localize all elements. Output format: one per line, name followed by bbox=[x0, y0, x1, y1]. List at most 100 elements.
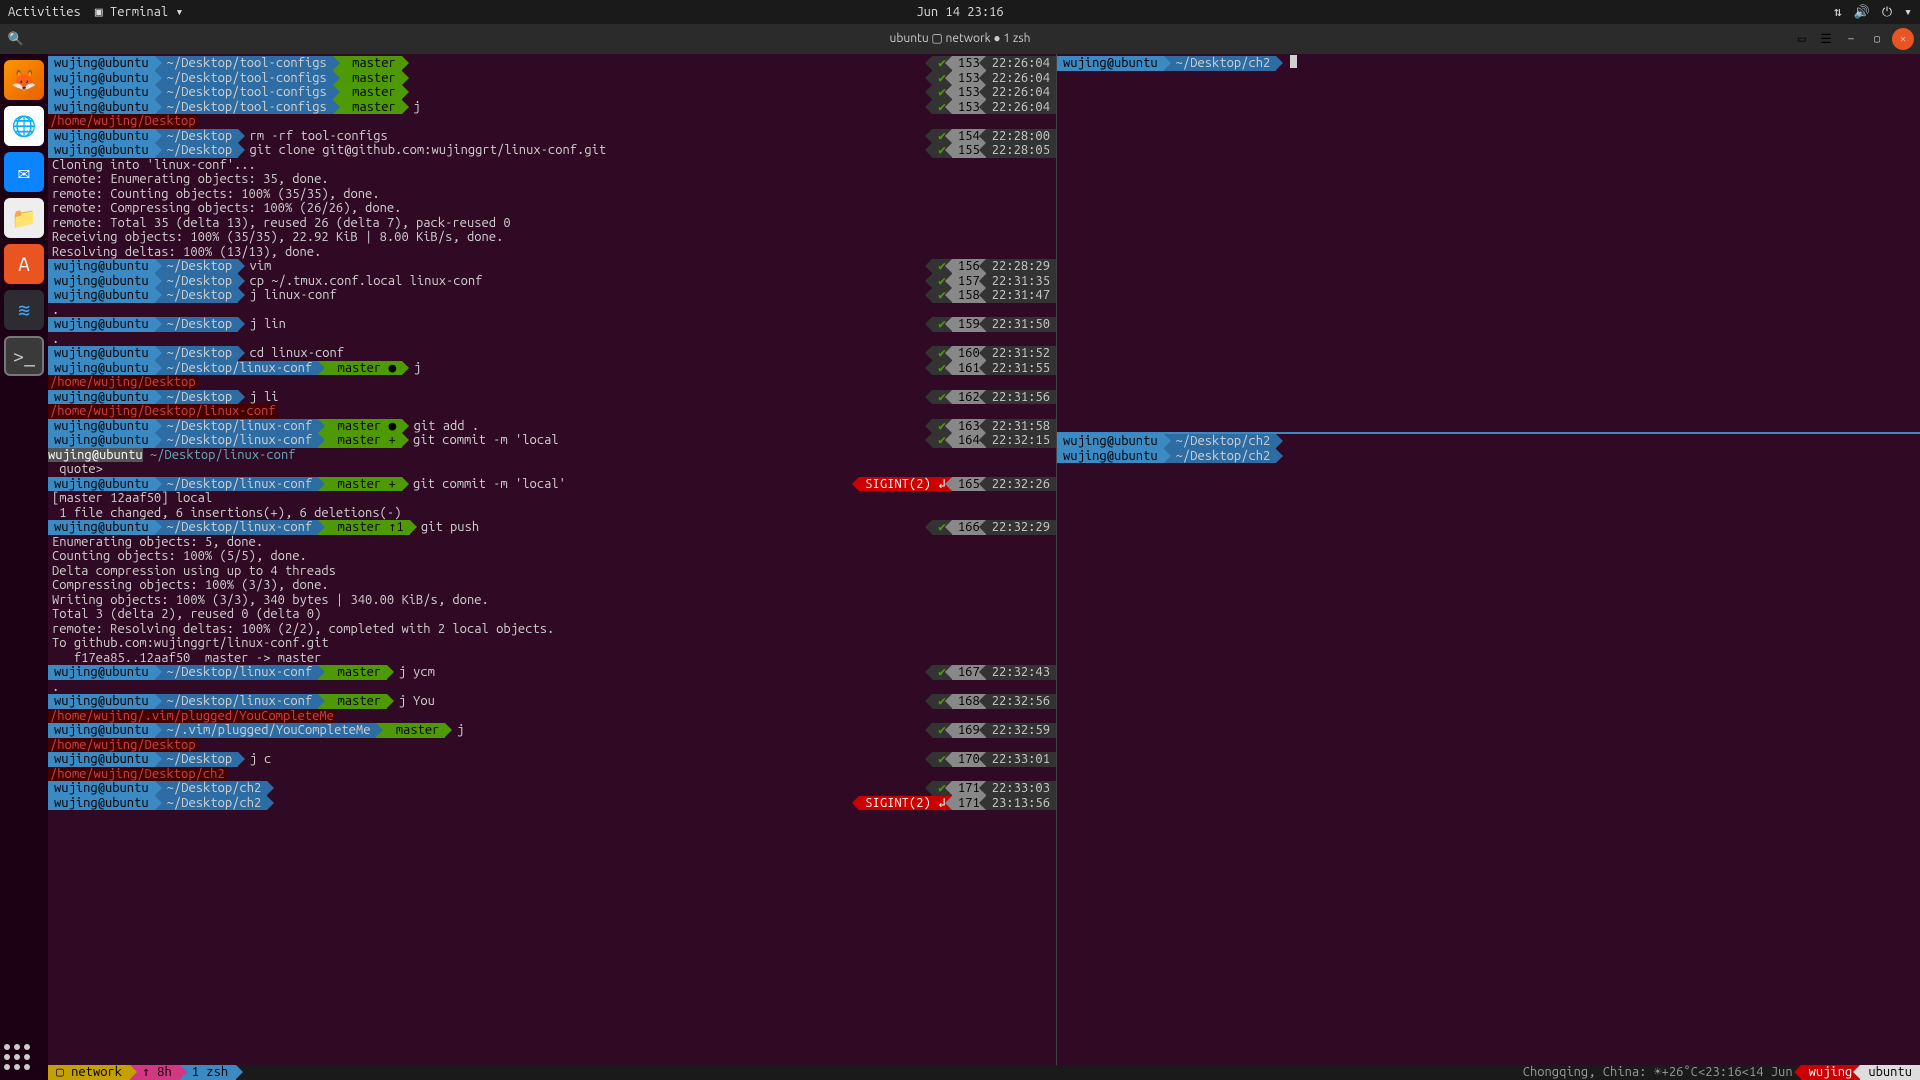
new-tab-icon[interactable]: ▭ bbox=[1792, 29, 1812, 49]
prompt-user: wujing@ubuntu bbox=[48, 796, 155, 811]
terminal-window[interactable]: wujing@ubuntu~/Desktop/tool-configs mast… bbox=[48, 54, 1920, 1080]
prompt-user: wujing@ubuntu bbox=[48, 361, 155, 376]
dropdown-icon[interactable]: ▾ bbox=[1904, 5, 1912, 20]
terminal-line: . bbox=[48, 680, 1056, 695]
status-user: wujing bbox=[1801, 1065, 1861, 1080]
terminal-line: [master 12aaf50] local bbox=[48, 491, 1056, 506]
terminal-line: wujing@ubuntu~/Desktop/linux-conf master… bbox=[48, 520, 1056, 535]
prompt-path: ~/Desktop/ch2 bbox=[155, 796, 268, 811]
terminal-line: wujing@ubuntu~/Desktop rm -rf tool-confi… bbox=[48, 129, 1056, 144]
chrome-icon[interactable]: 🌐 bbox=[4, 106, 44, 146]
terminal-line: Delta compression using up to 4 threads bbox=[48, 564, 1056, 579]
software-icon[interactable]: A bbox=[4, 244, 44, 284]
prompt-cmd: git commit -m 'local' bbox=[402, 477, 566, 492]
prompt-branch: master ● bbox=[318, 419, 402, 434]
status-time: 22:32:26 bbox=[986, 477, 1056, 492]
prompt-cmd: git clone git@github.com:wujinggrt/linux… bbox=[238, 143, 606, 158]
terminal-app-menu[interactable]: ▣ Terminal ▾ bbox=[95, 5, 183, 20]
status-time: 22:31:56 bbox=[986, 390, 1056, 405]
status-time: 22:31:58 bbox=[986, 419, 1056, 434]
vscode-icon[interactable]: ≋ bbox=[4, 290, 44, 330]
terminal-line: wujing@ubuntu~/Desktop/linux-conf master… bbox=[48, 419, 1056, 434]
terminal-line: wujing@ubuntu~/Desktop/tool-configs mast… bbox=[48, 100, 1056, 115]
close-button[interactable]: ✕ bbox=[1892, 28, 1914, 50]
terminal-line: wujing@ubuntu~/Desktop/linux-conf master… bbox=[48, 665, 1056, 680]
prompt-user: wujing@ubuntu bbox=[48, 752, 155, 767]
status-time: 22:32:43 bbox=[986, 665, 1056, 680]
network-icon[interactable]: ⇅ bbox=[1834, 5, 1842, 20]
tmux-statusbar: ▢ network ↑ 8h 1 zsh Chongqing, China: ☀… bbox=[48, 1065, 1920, 1080]
terminal-line: Total 3 (delta 2), reused 0 (delta 0) bbox=[48, 607, 1056, 622]
show-apps-icon[interactable] bbox=[4, 1044, 30, 1070]
terminal-line: /home/wujing/Desktop/linux-conf bbox=[48, 404, 1056, 419]
maximize-button[interactable]: ▢ bbox=[1866, 28, 1888, 50]
thunderbird-icon[interactable]: ✉ bbox=[4, 152, 44, 192]
prompt-user: wujing@ubuntu bbox=[48, 694, 155, 709]
prompt-path: ~/Desktop bbox=[155, 274, 239, 289]
prompt-user: wujing@ubuntu bbox=[48, 317, 155, 332]
terminal-line: Compressing objects: 100% (3/3), done. bbox=[48, 578, 1056, 593]
prompt-branch: master + bbox=[318, 477, 402, 492]
prompt-path: ~/Desktop/linux-conf bbox=[155, 361, 319, 376]
status-time: 23:13:56 bbox=[986, 796, 1056, 811]
status-time: 22:28:00 bbox=[986, 129, 1056, 144]
terminal-line: remote: Compressing objects: 100% (26/26… bbox=[48, 201, 1056, 216]
prompt-user: wujing@ubuntu bbox=[48, 419, 155, 434]
prompt-cmd: j You bbox=[387, 694, 435, 709]
tmux-pane-right[interactable]: wujing@ubuntu~/Desktop/ch2 wujing@ubuntu… bbox=[1057, 54, 1920, 1065]
prompt-branch: master bbox=[318, 665, 387, 680]
prompt-branch: master bbox=[318, 694, 387, 709]
terminal-line: f17ea85..12aaf50 master -> master bbox=[48, 651, 1056, 666]
prompt-user: wujing@ubuntu bbox=[1057, 56, 1164, 71]
terminal-line: wujing@ubuntu~/Desktop/linux-conf master… bbox=[48, 361, 1056, 376]
prompt-path: ~/Desktop/ch2 bbox=[1164, 434, 1277, 449]
terminal-line: wujing@ubuntu~/Desktop/linux-conf master… bbox=[48, 694, 1056, 709]
terminal-line: Resolving deltas: 100% (13/13), done. bbox=[48, 245, 1056, 260]
terminal-line: wujing@ubuntu~/Desktop/linux-conf master… bbox=[48, 477, 1056, 492]
terminal-line: wujing@ubuntu~/Desktop/ch2 bbox=[1057, 449, 1920, 464]
tmux-pane-left[interactable]: wujing@ubuntu~/Desktop/tool-configs mast… bbox=[48, 54, 1056, 1065]
terminal-icon[interactable]: >_ bbox=[4, 336, 44, 376]
hamburger-icon[interactable]: ☰ bbox=[1816, 29, 1836, 49]
clock[interactable]: Jun 14 23:16 bbox=[916, 5, 1003, 20]
terminal-line: wujing@ubuntu~/Desktop cd linux-conf✔160… bbox=[48, 346, 1056, 361]
status-time: 22:26:04 bbox=[986, 71, 1056, 86]
prompt-path: ~/Desktop bbox=[155, 346, 239, 361]
search-icon[interactable]: 🔍 bbox=[6, 29, 26, 49]
prompt-path: ~/Desktop bbox=[155, 288, 239, 303]
status-time: 22:28:05 bbox=[986, 143, 1056, 158]
prompt-user: wujing@ubuntu bbox=[48, 477, 155, 492]
prompt-user: wujing@ubuntu bbox=[48, 346, 155, 361]
status-host: ubuntu bbox=[1860, 1065, 1920, 1080]
terminal-line: Cloning into 'linux-conf'... bbox=[48, 158, 1056, 173]
prompt-user: wujing@ubuntu bbox=[48, 56, 155, 71]
gnome-topbar: Activities ▣ Terminal ▾ Jun 14 23:16 ⇅ 🔊… bbox=[0, 0, 1920, 24]
files-icon[interactable]: 📁 bbox=[4, 198, 44, 238]
prompt-cmd: git commit -m 'local bbox=[402, 433, 559, 448]
prompt-branch: master ↑1 bbox=[318, 520, 409, 535]
minimize-button[interactable]: — bbox=[1840, 28, 1862, 50]
prompt-user: wujing@ubuntu bbox=[48, 781, 155, 796]
terminal-line: wujing@ubuntu ~/Desktop/linux-conf bbox=[48, 448, 1056, 463]
prompt-path: ~/Desktop bbox=[155, 752, 239, 767]
dock: 🦊 🌐 ✉ 📁 A ≋ >_ bbox=[0, 54, 48, 1080]
firefox-icon[interactable]: 🦊 bbox=[4, 60, 44, 100]
prompt-path: ~/Desktop/linux-conf bbox=[155, 520, 319, 535]
terminal-line: wujing@ubuntu~/Desktop/linux-conf master… bbox=[48, 433, 1056, 448]
prompt-path: ~/Desktop/tool-configs bbox=[155, 85, 333, 100]
status-session: ▢ network bbox=[48, 1065, 130, 1080]
prompt-path: ~/Desktop/linux-conf bbox=[155, 694, 319, 709]
prompt-branch: master bbox=[333, 85, 402, 100]
status-time: 22:32:56 bbox=[986, 694, 1056, 709]
sound-icon[interactable]: 🔊 bbox=[1854, 5, 1870, 20]
terminal-line: /home/wujing/Desktop/ch2 bbox=[48, 767, 1056, 782]
activities-button[interactable]: Activities bbox=[8, 5, 81, 20]
prompt-path: ~/.vim/plugged/YouCompleteMe bbox=[155, 723, 377, 738]
terminal-line: Writing objects: 100% (3/3), 340 bytes |… bbox=[48, 593, 1056, 608]
status-time: 22:31:50 bbox=[986, 317, 1056, 332]
prompt-cmd: git add . bbox=[402, 419, 479, 434]
prompt-path: ~/Desktop/linux-conf bbox=[155, 665, 319, 680]
power-icon[interactable]: ⏻ bbox=[1882, 5, 1892, 20]
tmux-pane-right-bottom[interactable]: wujing@ubuntu~/Desktop/ch2 wujing@ubuntu… bbox=[1057, 432, 1920, 463]
prompt-path: ~/Desktop/tool-configs bbox=[155, 71, 333, 86]
